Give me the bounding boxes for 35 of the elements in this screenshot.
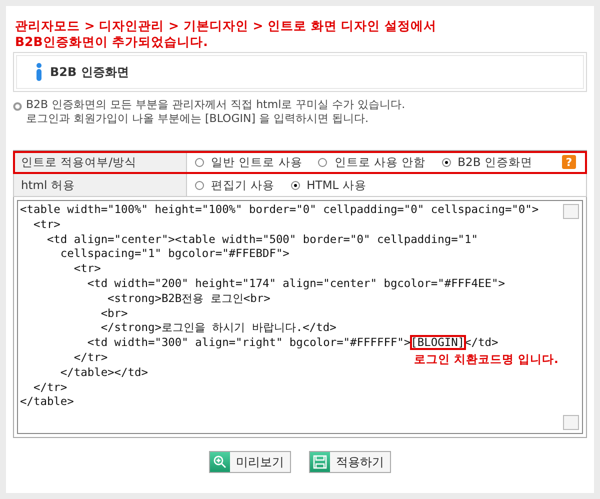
code-line: <table width="100%" height="100%" border="0" cellpadding="0" cellspacing="0"> bbox=[20, 203, 539, 218]
code-line: </table></td> bbox=[59, 366, 148, 381]
code-line: <br> bbox=[100, 306, 128, 322]
save-icon bbox=[313, 455, 327, 469]
code-line: <tr> bbox=[32, 218, 60, 233]
setting-label: html 허용 bbox=[14, 174, 187, 196]
scroll-button[interactable] bbox=[563, 204, 579, 219]
magnifier-icon bbox=[213, 455, 227, 469]
radio-option[interactable]: 인트로 사용 안함 bbox=[318, 154, 426, 170]
help-text: B2B 인증화면의 모든 부분을 관리자께서 직접 html로 꾸미실 수가 있습니다. 로그인과 회원가입이 나올 부분에는 [BLOGIN] 을 입력하시면 됩니다. bbox=[26, 98, 406, 126]
radio-option[interactable]: 편집기 사용 bbox=[195, 178, 275, 192]
placeholder-code: [BLOGIN] bbox=[410, 336, 465, 350]
action-button[interactable]: 미리보기 bbox=[209, 451, 291, 473]
code-line: </tr> bbox=[72, 350, 108, 366]
section-title: B2B 인증화면 bbox=[50, 64, 129, 80]
radio-option[interactable]: B2B 인증화면 bbox=[442, 154, 532, 170]
action-button[interactable]: 적용하기 bbox=[309, 451, 391, 473]
code-editor[interactable] bbox=[17, 200, 583, 434]
code-line: </table> bbox=[20, 395, 74, 410]
scroll-button[interactable] bbox=[563, 415, 579, 430]
radio-option[interactable]: HTML 사용 bbox=[290, 178, 366, 192]
notice-text: 관리자모드 > 디자인관리 > 기본디자인 > 인트로 화면 디자인 설정에서 B2B인증화면이 추가되었습니다. bbox=[15, 18, 438, 50]
code-line: <td width="200" height="174" align="center" bgcolor="#FFF4EE"> bbox=[86, 276, 505, 292]
radio-option[interactable]: 일반 인트로 사용 bbox=[195, 154, 302, 170]
bullet-icon bbox=[13, 102, 22, 111]
code-line: </tr> bbox=[32, 380, 68, 396]
code-line: <tr> bbox=[72, 262, 101, 277]
annotation-text: 로그인 치환코드명 입니다. bbox=[414, 352, 558, 367]
setting-label: 인트로 적용여부/방식 bbox=[14, 151, 187, 173]
code-line: </strong>로그인을 하시기 바랍니다.</td> bbox=[100, 321, 336, 336]
code-line: cellspacing="1" bgcolor="#FFEBDF"> bbox=[59, 247, 290, 262]
code-line: <strong>B2B전용 로그인<br> bbox=[106, 292, 270, 307]
code-line: <td align="center"><table width="500" border="0" cellpadding="1" bbox=[46, 232, 478, 248]
code-line: <td width="300" align="right" bgcolor="#FFFFFF">[BLOGIN]</td> bbox=[86, 336, 498, 351]
info-icon bbox=[36, 63, 42, 81]
